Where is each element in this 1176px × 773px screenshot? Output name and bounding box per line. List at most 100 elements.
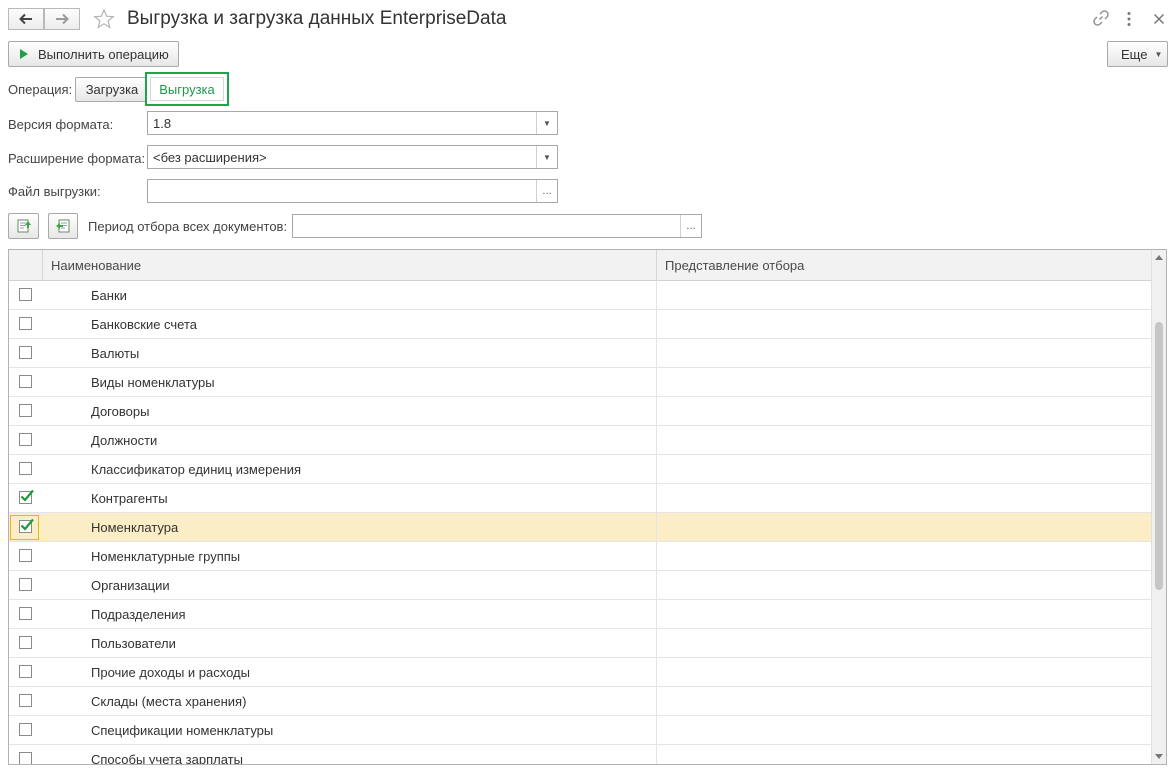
more-vertical-icon[interactable] xyxy=(1126,11,1132,27)
chevron-down-icon[interactable]: ▼ xyxy=(536,146,557,168)
row-checkbox[interactable] xyxy=(19,723,32,736)
row-checkbox[interactable] xyxy=(19,578,32,591)
table-row[interactable]: Способы учета зарплаты xyxy=(9,745,1152,765)
row-name: Пользователи xyxy=(91,636,176,651)
table-row[interactable]: Склады (места хранения) xyxy=(9,687,1152,716)
favorite-star-icon[interactable] xyxy=(93,8,115,30)
more-button[interactable]: Еще ▼ xyxy=(1107,41,1168,67)
row-name: Номенклатурные группы xyxy=(91,549,241,564)
checkmark-icon xyxy=(20,518,34,531)
period-input[interactable]: ... xyxy=(292,214,702,238)
format-version-value: 1.8 xyxy=(153,115,172,131)
table-row[interactable]: Договоры xyxy=(9,397,1152,426)
table-row[interactable]: Банковские счета xyxy=(9,310,1152,339)
row-checkbox[interactable] xyxy=(19,317,32,330)
table-row[interactable]: Прочие доходы и расходы xyxy=(9,658,1152,687)
play-icon xyxy=(20,49,28,59)
table-row[interactable]: Номенклатурные группы xyxy=(9,542,1152,571)
checkmark-icon xyxy=(20,489,34,502)
column-divider xyxy=(656,339,657,367)
operation-label: Операция: xyxy=(8,82,73,97)
format-extension-value: <без расширения> xyxy=(153,149,267,165)
tab-export[interactable]: Выгрузка xyxy=(145,72,229,106)
column-divider xyxy=(656,600,657,628)
row-checkbox[interactable] xyxy=(19,752,32,764)
browse-button[interactable]: ... xyxy=(536,180,557,202)
row-name: Банковские счета xyxy=(91,317,198,332)
row-checkbox[interactable] xyxy=(19,694,32,707)
row-name: Прочие доходы и расходы xyxy=(91,665,250,680)
row-name: Договоры xyxy=(91,404,150,419)
period-label: Период отбора всех документов: xyxy=(88,219,288,234)
chevron-down-icon: ▼ xyxy=(1154,49,1163,59)
table-row[interactable]: Виды номенклатуры xyxy=(9,368,1152,397)
clear-all-button[interactable] xyxy=(48,213,78,239)
page-title: Выгрузка и загрузка данных EnterpriseDat… xyxy=(127,8,507,29)
row-name: Виды номенклатуры xyxy=(91,375,215,390)
arrow-left-icon xyxy=(19,13,32,25)
format-version-label: Версия формата: xyxy=(8,117,114,132)
column-divider xyxy=(656,368,657,396)
column-divider xyxy=(656,426,657,454)
chevron-down-icon[interactable]: ▼ xyxy=(536,112,557,134)
scrollbar-thumb[interactable] xyxy=(1155,322,1163,590)
document-up-icon xyxy=(17,219,31,233)
scroll-up-icon[interactable] xyxy=(1155,254,1163,260)
table-row[interactable]: Контрагенты xyxy=(9,484,1152,513)
row-name: Спецификации номенклатуры xyxy=(91,723,274,738)
column-divider xyxy=(656,310,657,338)
row-name: Должности xyxy=(91,433,158,448)
table-row[interactable]: Должности xyxy=(9,426,1152,455)
vertical-scrollbar[interactable] xyxy=(1151,250,1166,764)
row-name: Валюты xyxy=(91,346,140,361)
format-version-select[interactable]: 1.8 ▼ xyxy=(147,111,558,135)
row-checkbox[interactable] xyxy=(19,489,34,504)
row-checkbox[interactable] xyxy=(19,518,34,533)
table-header: Наименование Представление отбора xyxy=(9,250,1152,281)
table-row[interactable]: Спецификации номенклатуры xyxy=(9,716,1152,745)
row-checkbox[interactable] xyxy=(19,404,32,417)
header-filter[interactable]: Представление отбора xyxy=(657,250,1152,280)
row-name: Подразделения xyxy=(91,607,186,622)
row-name: Способы учета зарплаты xyxy=(91,752,243,765)
row-checkbox[interactable] xyxy=(19,636,32,649)
column-divider xyxy=(656,658,657,686)
row-checkbox[interactable] xyxy=(19,375,32,388)
link-icon[interactable] xyxy=(1093,10,1109,26)
select-all-button[interactable] xyxy=(8,213,39,239)
column-divider xyxy=(656,455,657,483)
tab-import[interactable]: Загрузка xyxy=(75,77,149,102)
format-extension-label: Расширение формата: xyxy=(8,151,146,166)
period-select-button[interactable]: ... xyxy=(680,215,701,237)
table-row[interactable]: Валюты xyxy=(9,339,1152,368)
run-operation-button[interactable]: Выполнить операцию xyxy=(8,41,179,67)
back-button[interactable] xyxy=(8,8,44,30)
table-row[interactable]: Организации xyxy=(9,571,1152,600)
row-checkbox[interactable] xyxy=(19,433,32,446)
row-checkbox[interactable] xyxy=(19,462,32,475)
more-label: Еще xyxy=(1121,46,1148,62)
table-row[interactable]: Пользователи xyxy=(9,629,1152,658)
data-types-table: Наименование Представление отбора Банки Б… xyxy=(8,249,1167,765)
row-checkbox[interactable] xyxy=(19,288,32,301)
row-checkbox[interactable] xyxy=(19,346,32,359)
table-row[interactable]: Банки xyxy=(9,281,1152,310)
document-down-icon xyxy=(56,219,70,233)
table-row[interactable]: Классификатор единиц измерения xyxy=(9,455,1152,484)
table-row[interactable]: Подразделения xyxy=(9,600,1152,629)
header-check-column xyxy=(9,250,43,280)
close-icon[interactable] xyxy=(1153,13,1165,25)
table-row[interactable]: Номенклатура xyxy=(9,513,1152,542)
row-checkbox[interactable] xyxy=(19,665,32,678)
export-file-input[interactable]: ... xyxy=(147,179,558,203)
row-checkbox[interactable] xyxy=(19,549,32,562)
column-divider xyxy=(656,484,657,512)
format-extension-select[interactable]: <без расширения> ▼ xyxy=(147,145,558,169)
forward-button[interactable] xyxy=(44,8,80,30)
header-name[interactable]: Наименование xyxy=(43,250,657,280)
tab-export-label: Выгрузка xyxy=(159,81,215,97)
scroll-down-icon[interactable] xyxy=(1155,754,1163,760)
run-operation-label: Выполнить операцию xyxy=(38,46,169,62)
column-divider xyxy=(656,716,657,744)
row-checkbox[interactable] xyxy=(19,607,32,620)
